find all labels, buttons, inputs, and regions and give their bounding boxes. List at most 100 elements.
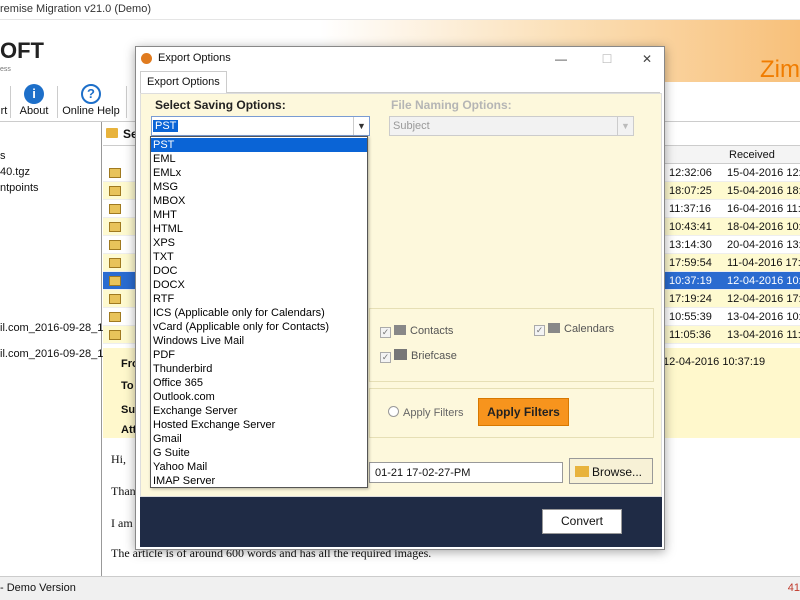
folder-icon xyxy=(106,128,118,138)
mail-time: 11:37:16 xyxy=(669,203,712,215)
format-option[interactable]: TXT xyxy=(151,250,367,264)
format-option[interactable]: Outlook.com xyxy=(151,390,367,404)
envelope-icon xyxy=(109,222,121,232)
body-line: Hi, xyxy=(111,452,126,466)
mail-time: 10:43:41 xyxy=(669,221,712,233)
check-icon: ✓ xyxy=(380,327,391,338)
contacts-checkbox[interactable]: ✓ Contacts xyxy=(380,325,453,338)
format-option[interactable]: IMAP Server xyxy=(151,474,367,488)
saving-format-select[interactable]: PST ▼ xyxy=(151,116,370,136)
mail-received: 12-04-2016 17:1 xyxy=(727,293,800,305)
format-option[interactable]: MHT xyxy=(151,208,367,222)
briefcase-label: Briefcase xyxy=(411,350,457,362)
tree-item[interactable]: ntpoints xyxy=(0,182,39,194)
envelope-icon xyxy=(109,312,121,322)
apply-filters-radio[interactable]: Apply Filters xyxy=(388,406,464,419)
envelope-icon xyxy=(109,330,121,340)
mail-received: 13-04-2016 11:0 xyxy=(727,329,800,341)
tree-item[interactable]: 40.tgz xyxy=(0,166,30,178)
format-option[interactable]: PST xyxy=(151,138,367,152)
folder-icon xyxy=(575,466,589,477)
calendars-label: Calendars xyxy=(564,323,615,335)
toolbar-label: Online Help xyxy=(62,105,120,117)
mail-received: 12-04-2016 10:3 xyxy=(727,275,800,287)
envelope-icon xyxy=(109,258,121,268)
toolbar-separator xyxy=(126,86,127,118)
calendars-checkbox[interactable]: ✓ Calendars xyxy=(534,323,614,336)
tree-item[interactable]: il.com_2016-09-28_113 xyxy=(0,322,115,334)
mail-time: 10:37:19 xyxy=(669,275,712,287)
tree-item[interactable]: il.com_2016-09-28_113 xyxy=(0,348,115,360)
toolbar-about-button[interactable]: i About xyxy=(14,84,54,120)
envelope-icon xyxy=(109,276,121,286)
dialog-title: Export Options xyxy=(158,52,231,64)
filters-group: Apply Filters Apply Filters xyxy=(369,388,654,438)
envelope-icon xyxy=(109,204,121,214)
format-option[interactable]: Office 365 xyxy=(151,376,367,390)
format-option[interactable]: vCard (Applicable only for Contacts) xyxy=(151,320,367,334)
format-option[interactable]: DOCX xyxy=(151,278,367,292)
toolbar-separator xyxy=(57,86,58,118)
radio-icon xyxy=(388,406,399,417)
envelope-icon xyxy=(109,186,121,196)
briefcase-checkbox[interactable]: ✓ Briefcase xyxy=(380,349,457,363)
mail-time: 10:55:39 xyxy=(669,311,712,323)
format-option[interactable]: Windows Live Mail xyxy=(151,334,367,348)
mail-time: 13:14:30 xyxy=(669,239,712,251)
format-option[interactable]: XPS xyxy=(151,236,367,250)
preview-date: 12-04-2016 10:37:19 xyxy=(663,356,766,368)
categories-group: ✓ Contacts ✓ Calendars ✓ Briefcase xyxy=(369,308,654,382)
help-icon: ? xyxy=(81,84,101,104)
maximize-button[interactable]: ☐ xyxy=(592,49,622,69)
toolbar-separator xyxy=(10,86,11,118)
format-option[interactable]: PDF xyxy=(151,348,367,362)
dialog-footer: Convert xyxy=(140,497,662,547)
mail-received: 11-04-2016 17:5 xyxy=(727,257,800,269)
format-option[interactable]: Gmail xyxy=(151,432,367,446)
envelope-icon xyxy=(109,168,121,178)
mail-time: 17:19:24 xyxy=(669,293,712,305)
mail-time: 18:07:25 xyxy=(669,185,712,197)
body-line: I am xyxy=(111,516,133,530)
mail-time: 11:05:36 xyxy=(669,329,712,341)
mail-received: 15-04-2016 12:3 xyxy=(727,167,800,179)
apply-filters-button[interactable]: Apply Filters xyxy=(478,398,569,426)
convert-button[interactable]: Convert xyxy=(542,509,622,534)
minimize-button[interactable]: — xyxy=(546,49,576,69)
format-option[interactable]: Exchange Server xyxy=(151,404,367,418)
toolbar-item-partial[interactable]: rt xyxy=(0,84,8,120)
body-line: Than xyxy=(111,484,136,498)
format-option[interactable]: MBOX xyxy=(151,194,367,208)
toolbar-help-button[interactable]: ? Online Help xyxy=(60,84,122,120)
format-option[interactable]: Hosted Exchange Server xyxy=(151,418,367,432)
format-option[interactable]: RTF xyxy=(151,292,367,306)
browse-label: Browse... xyxy=(592,465,643,479)
attachment-label: Att xyxy=(121,424,137,436)
format-option[interactable]: G Suite xyxy=(151,446,367,460)
tree-item[interactable]: s xyxy=(0,150,6,162)
format-option[interactable]: ICS (Applicable only for Calendars) xyxy=(151,306,367,320)
file-naming-label: File Naming Options: xyxy=(391,98,512,112)
mail-received: 16-04-2016 11:3 xyxy=(727,203,800,215)
browse-button[interactable]: Browse... xyxy=(569,458,653,484)
tab-export-options[interactable]: Export Options xyxy=(140,71,227,93)
folder-tree: s 40.tgz ntpoints il.com_2016-09-28_113 … xyxy=(0,122,115,576)
mail-received: 15-04-2016 18:0 xyxy=(727,185,800,197)
format-option[interactable]: HTML xyxy=(151,222,367,236)
format-option[interactable]: MSG xyxy=(151,180,367,194)
chevron-down-icon: ▼ xyxy=(353,117,369,135)
format-option[interactable]: DOC xyxy=(151,264,367,278)
format-option[interactable]: Yahoo Mail xyxy=(151,460,367,474)
file-naming-select[interactable]: Subject ▼ xyxy=(389,116,634,136)
logo-tagline: ess xyxy=(0,66,11,73)
format-option[interactable]: EMLx xyxy=(151,166,367,180)
mail-received: 13-04-2016 10:5 xyxy=(727,311,800,323)
close-button[interactable]: ✕ xyxy=(632,49,662,69)
dialog-tabs: Export Options xyxy=(140,71,660,93)
column-header-received[interactable]: Received xyxy=(663,146,800,164)
format-option[interactable]: Thunderbird xyxy=(151,362,367,376)
mail-received: 18-04-2016 10:4 xyxy=(727,221,800,233)
destination-path-input[interactable]: 01-21 17-02-27-PM xyxy=(369,462,563,483)
file-naming-value: Subject xyxy=(393,120,430,132)
format-option[interactable]: EML xyxy=(151,152,367,166)
